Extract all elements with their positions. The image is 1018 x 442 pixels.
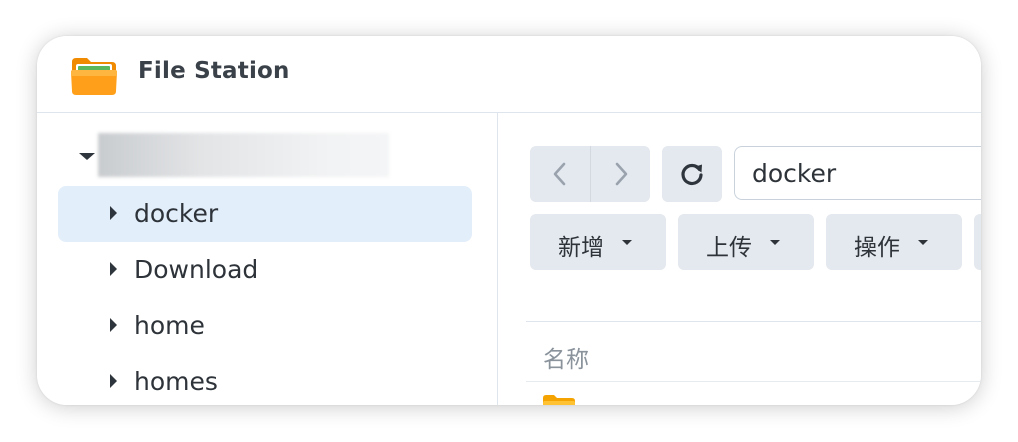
file-list-panel: 新增 上传 操作 名称 ogame (498, 113, 981, 405)
screen: File Station docker Download home homes (0, 0, 1018, 442)
refresh-button[interactable] (662, 146, 722, 202)
sidebar-item-homes[interactable]: homes (58, 354, 472, 405)
caret-right-icon[interactable] (110, 318, 117, 332)
file-station-window: File Station docker Download home homes (37, 36, 981, 405)
refresh-icon (681, 163, 703, 186)
upload-menu-button[interactable]: 上传 (678, 214, 814, 270)
action-menu-button[interactable]: 操作 (826, 214, 962, 270)
folder-app-icon (71, 58, 117, 95)
chevron-right-icon (615, 162, 628, 186)
caret-right-icon[interactable] (110, 206, 117, 220)
new-button-label: 新增 (558, 235, 604, 261)
app-title: File Station (138, 58, 290, 84)
sidebar-item-home[interactable]: home (58, 298, 472, 354)
tree-root-row[interactable] (37, 133, 497, 177)
history-nav-group (530, 146, 650, 202)
new-menu-button[interactable]: 新增 (530, 214, 666, 270)
sidebar-item-label: docker (134, 199, 219, 228)
column-header-name[interactable]: 名称 (543, 340, 589, 374)
caret-right-icon[interactable] (110, 262, 117, 276)
dropdown-arrow-icon (770, 240, 780, 245)
redacted-root-name (98, 133, 389, 177)
back-button[interactable] (530, 146, 590, 202)
sidebar-item-label: home (134, 311, 205, 340)
sidebar-item-label: homes (134, 367, 218, 396)
list-top-divider (526, 321, 981, 322)
action-button-label: 操作 (854, 235, 900, 261)
sidebar-item-download[interactable]: Download (58, 242, 472, 298)
path-input[interactable] (734, 146, 981, 200)
table-row[interactable]: ogame (526, 382, 981, 405)
title-bar: File Station (37, 36, 981, 113)
more-toolbar-button[interactable] (974, 214, 981, 270)
upload-button-label: 上传 (706, 235, 752, 261)
file-name: ogame (593, 396, 679, 405)
folder-icon (543, 395, 575, 405)
sidebar-item-docker[interactable]: docker (58, 186, 472, 242)
dropdown-arrow-icon (918, 240, 928, 245)
caret-right-icon[interactable] (110, 374, 117, 388)
dropdown-arrow-icon (622, 240, 632, 245)
sidebar-item-label: Download (134, 255, 259, 284)
forward-button[interactable] (590, 146, 650, 202)
caret-down-icon[interactable] (79, 153, 95, 160)
folder-tree-sidebar: docker Download home homes (37, 113, 498, 405)
chevron-left-icon (553, 162, 566, 186)
